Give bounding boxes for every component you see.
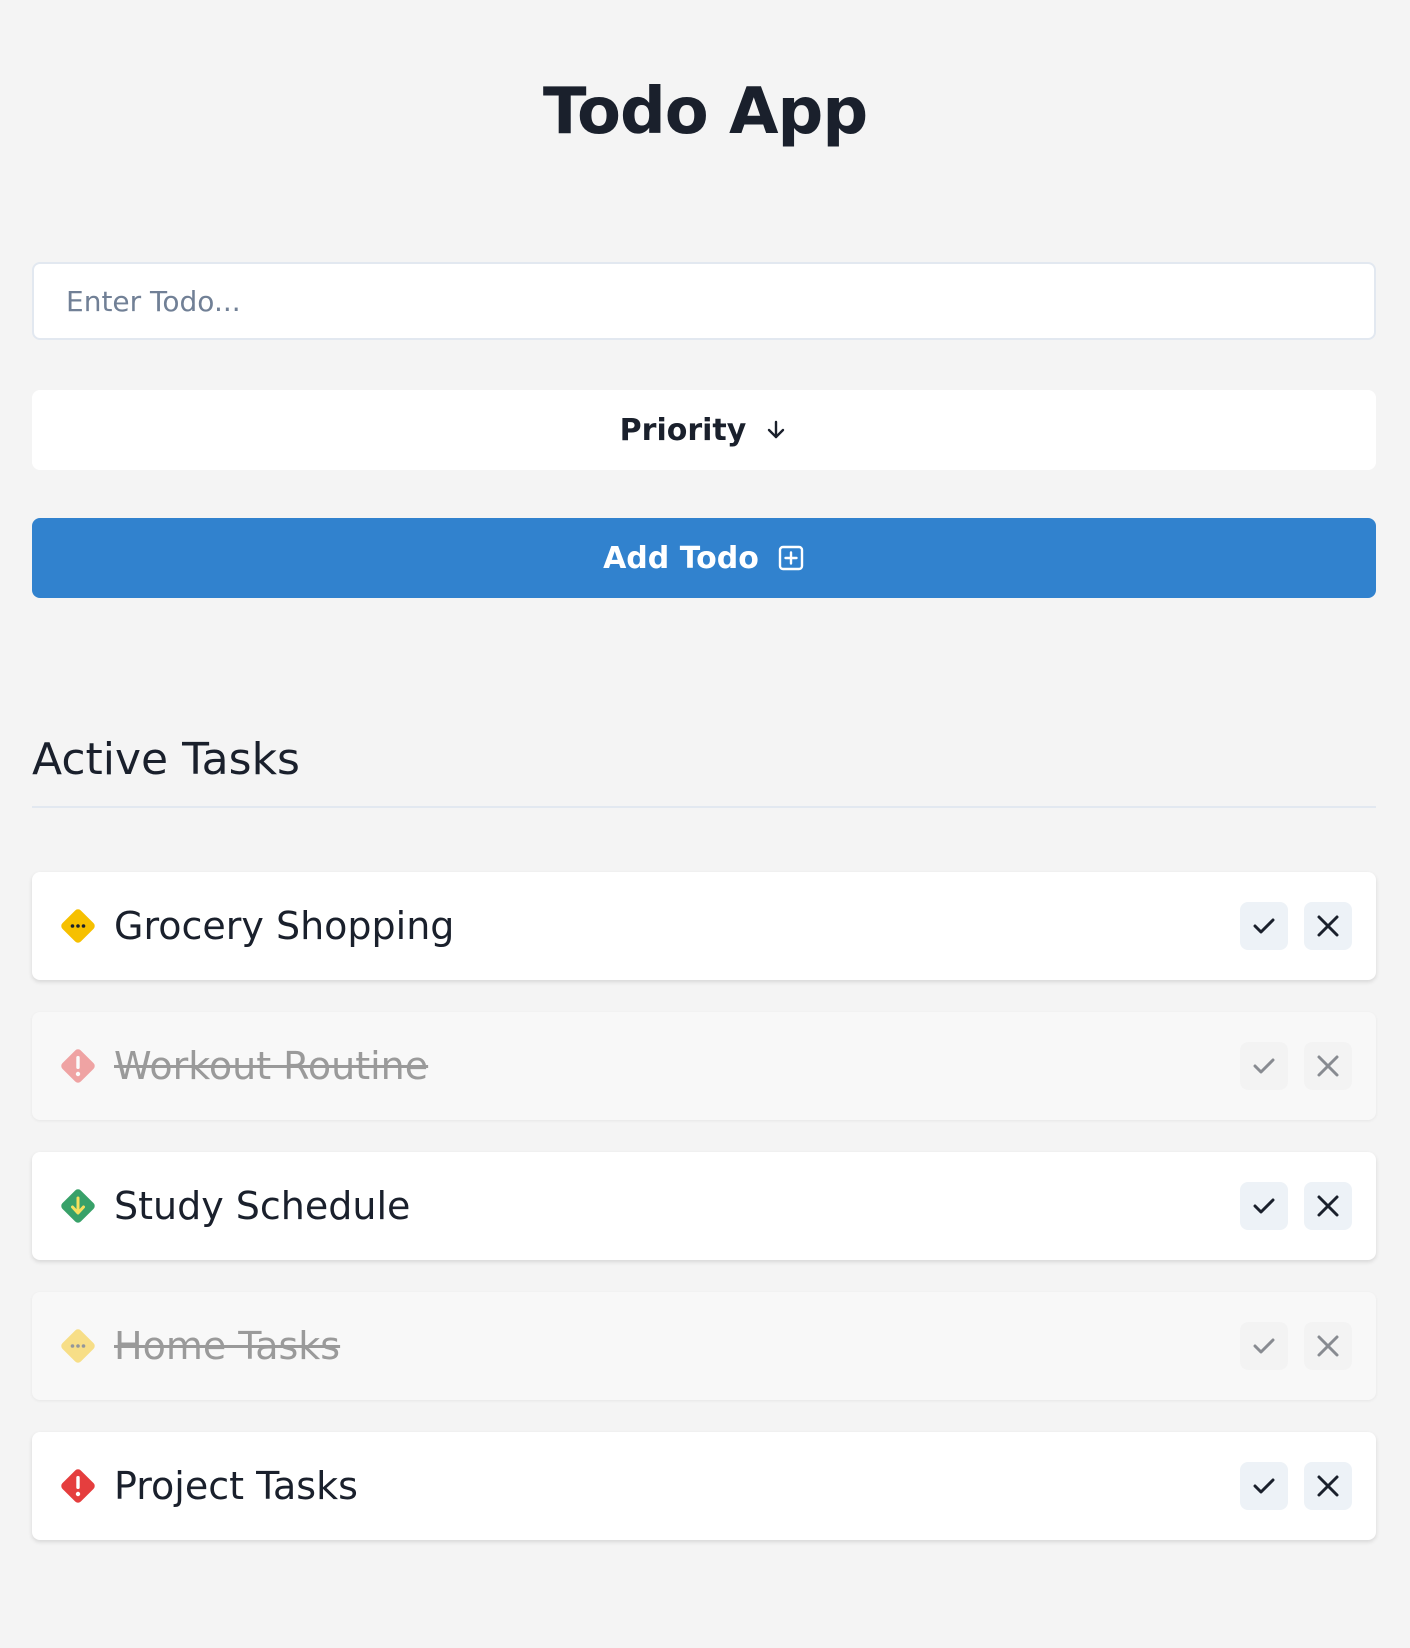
- priority-label: Priority: [619, 412, 747, 448]
- exclamation-diamond-icon: [56, 1044, 100, 1088]
- complete-button[interactable]: [1240, 1462, 1288, 1510]
- task-label: Workout Routine: [114, 1044, 429, 1088]
- task-item: Home Tasks: [32, 1292, 1376, 1400]
- delete-button[interactable]: [1304, 902, 1352, 950]
- close-icon: [1317, 1335, 1339, 1357]
- task-label: Project Tasks: [114, 1464, 358, 1508]
- task-label: Home Tasks: [114, 1324, 341, 1368]
- task-actions: [1240, 1462, 1352, 1510]
- todo-app: Todo App Priority Add Todo Active Tasks: [0, 0, 1410, 1648]
- task-actions: [1240, 1322, 1352, 1370]
- close-icon: [1317, 1055, 1339, 1077]
- section-title: Active Tasks: [32, 734, 300, 785]
- task-label: Grocery Shopping: [114, 904, 455, 948]
- exclamation-diamond-icon: [56, 1464, 100, 1508]
- check-icon: [1253, 1198, 1275, 1214]
- complete-button[interactable]: [1240, 902, 1288, 950]
- task-actions: [1240, 1042, 1352, 1090]
- close-icon: [1317, 915, 1339, 937]
- arrow-down-icon: [764, 418, 788, 442]
- priority-dropdown[interactable]: Priority: [32, 390, 1376, 470]
- page-title: Todo App: [542, 75, 868, 149]
- delete-button[interactable]: [1304, 1182, 1352, 1230]
- section-divider: [32, 806, 1376, 808]
- todo-input[interactable]: [34, 264, 1374, 338]
- check-icon: [1253, 1478, 1275, 1494]
- plus-square-icon: [777, 544, 805, 572]
- arrow-down-diamond-icon: [56, 1184, 100, 1228]
- task-actions: [1240, 902, 1352, 950]
- task-item: Workout Routine: [32, 1012, 1376, 1120]
- add-todo-label: Add Todo: [603, 540, 759, 576]
- check-icon: [1253, 918, 1275, 934]
- delete-button[interactable]: [1304, 1322, 1352, 1370]
- close-icon: [1317, 1195, 1339, 1217]
- ellipsis-diamond-icon: [56, 1324, 100, 1368]
- ellipsis-diamond-icon: [56, 904, 100, 948]
- close-icon: [1317, 1475, 1339, 1497]
- task-label: Study Schedule: [114, 1184, 411, 1228]
- task-item: Project Tasks: [32, 1432, 1376, 1540]
- task-actions: [1240, 1182, 1352, 1230]
- complete-button[interactable]: [1240, 1182, 1288, 1230]
- delete-button[interactable]: [1304, 1462, 1352, 1510]
- delete-button[interactable]: [1304, 1042, 1352, 1090]
- task-item: Grocery Shopping: [32, 872, 1376, 980]
- complete-button[interactable]: [1240, 1042, 1288, 1090]
- complete-button[interactable]: [1240, 1322, 1288, 1370]
- task-item: Study Schedule: [32, 1152, 1376, 1260]
- check-icon: [1253, 1058, 1275, 1074]
- todo-input-container: [32, 262, 1376, 340]
- check-icon: [1253, 1338, 1275, 1354]
- add-todo-button[interactable]: Add Todo: [32, 518, 1376, 598]
